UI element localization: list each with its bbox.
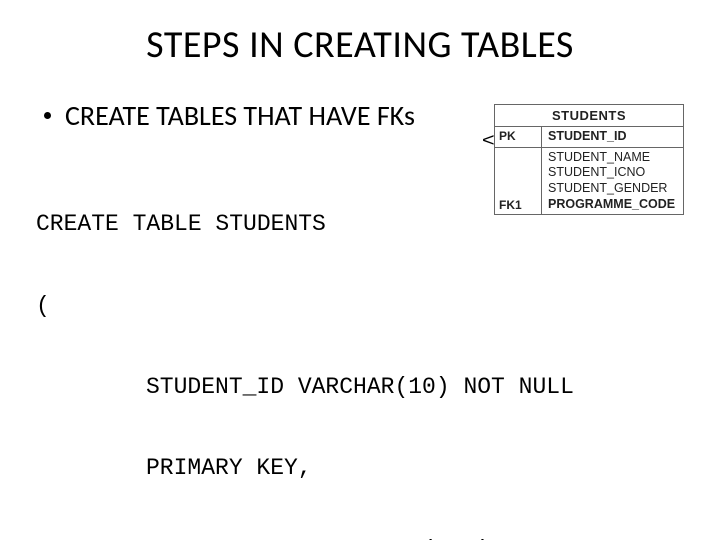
code-line: CREATE TABLE STUDENTS [36, 211, 684, 238]
code-line: PRIMARY KEY, [36, 455, 684, 482]
slide: STEPS IN CREATING TABLES CREATE TABLES T… [0, 0, 720, 540]
code-line: ( [36, 293, 684, 320]
schema-attrs-row: FK1 STUDENT_NAME STUDENT_ICNO STUDENT_GE… [495, 148, 683, 215]
schema-title: STUDENTS [495, 105, 683, 127]
bullet-dot-icon [44, 112, 51, 119]
bullet-text: CREATE TABLES THAT HAVE FKs [65, 98, 415, 133]
schema-pk-field: STUDENT_ID [548, 129, 677, 145]
schema-fk-label: FK1 [499, 198, 522, 212]
schema-attr: STUDENT_NAME [548, 150, 677, 166]
schema-box: STUDENTS PK STUDENT_ID FK1 STUDENT_NAME … [494, 104, 684, 215]
schema-attr: PROGRAMME_CODE [548, 197, 677, 213]
schema-attr: STUDENT_GENDER [548, 181, 677, 197]
schema-pk-row: PK STUDENT_ID [495, 127, 683, 148]
code-line: STUDENT_ID VARCHAR(10) NOT NULL [36, 374, 684, 401]
schema-attr: STUDENT_ICNO [548, 165, 677, 181]
schema-pk-label: PK [495, 127, 542, 147]
slide-title: STEPS IN CREATING TABLES [36, 22, 684, 68]
